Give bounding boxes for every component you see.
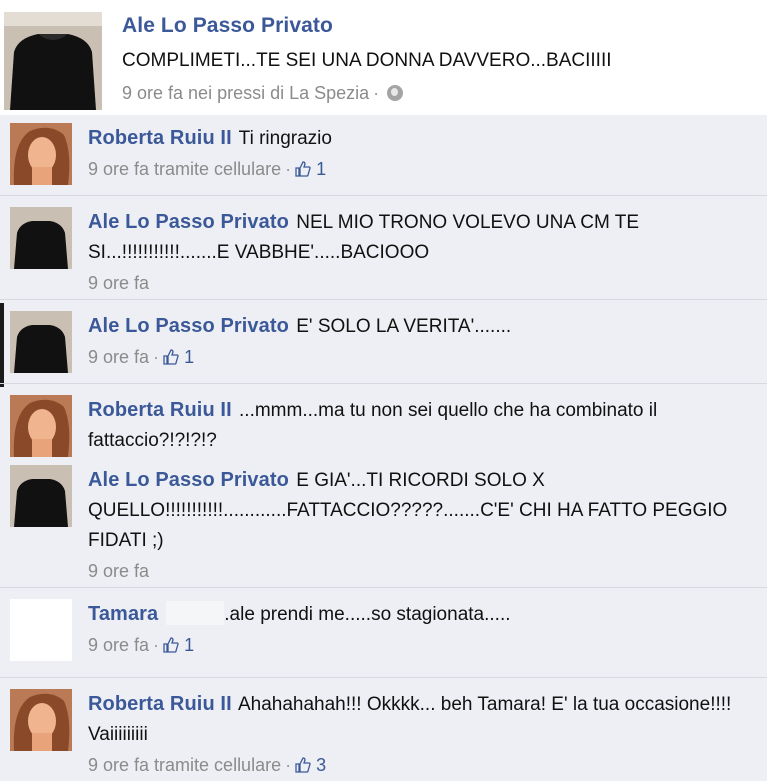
thumbs-up-icon[interactable] xyxy=(295,161,311,177)
commenter-name[interactable]: Ale Lo Passo Privato xyxy=(88,211,289,233)
commenter-name[interactable]: Tamara xyxy=(88,603,158,625)
divider xyxy=(0,195,767,196)
comment-item: Roberta Ruiu II ...mmm...ma tu non sei q… xyxy=(0,387,767,457)
commenter-name[interactable]: Roberta Ruiu II xyxy=(88,693,232,715)
comment-text: E' SOLO LA VERITA'....... xyxy=(296,316,512,337)
separator-dot: · xyxy=(285,755,292,775)
globe-icon[interactable] xyxy=(387,85,404,101)
post-meta: 9 ore fa nei pressi di La Spezia · xyxy=(122,83,757,104)
person-silhouette-icon xyxy=(10,465,72,527)
person-silhouette-icon xyxy=(4,12,102,110)
comment-text: .ale prendi me.....so stagionata..... xyxy=(224,604,511,625)
like-count[interactable]: 1 xyxy=(184,347,194,367)
commenter-avatar[interactable] xyxy=(10,689,72,751)
commenter-avatar[interactable] xyxy=(10,207,72,269)
separator-dot: · xyxy=(373,83,380,103)
commenter-avatar[interactable] xyxy=(10,311,72,373)
comment-item: Ale Lo Passo Privato NEL MIO TRONO VOLEV… xyxy=(0,197,767,295)
post-author-name[interactable]: Ale Lo Passo Privato xyxy=(122,14,757,38)
comment-item: Roberta Ruiu II Ahahahahah!!! Okkkk... b… xyxy=(0,681,767,781)
thumbs-up-icon[interactable] xyxy=(163,349,179,365)
commenter-name[interactable]: Ale Lo Passo Privato xyxy=(88,315,289,337)
divider xyxy=(0,383,767,384)
commenter-avatar[interactable] xyxy=(10,123,72,185)
separator-dot: · xyxy=(153,635,160,655)
comment-timestamp[interactable]: 9 ore fa xyxy=(88,347,149,367)
comment-timestamp[interactable]: 9 ore fa tramite cellulare xyxy=(88,159,281,179)
comment-item: Ale Lo Passo Privato E GIA'...TI RICORDI… xyxy=(0,457,767,581)
divider xyxy=(0,587,767,588)
like-count[interactable]: 3 xyxy=(316,755,326,775)
divider xyxy=(0,677,767,678)
like-count[interactable]: 1 xyxy=(184,635,194,655)
post-author-avatar[interactable] xyxy=(4,12,102,110)
woman-photo-icon xyxy=(10,395,72,457)
comment-timestamp[interactable]: 9 ore fa tramite cellulare xyxy=(88,755,281,775)
comment-timestamp[interactable]: 9 ore fa xyxy=(88,561,149,581)
separator-dot: · xyxy=(285,159,292,179)
woman-photo-icon xyxy=(10,689,72,751)
thumbs-up-icon[interactable] xyxy=(163,637,179,653)
status-post: Ale Lo Passo Privato COMPLIMETI...TE SEI… xyxy=(0,0,767,115)
commenter-avatar[interactable] xyxy=(10,395,72,457)
comment-item: Roberta Ruiu II Ti ringrazio 9 ore fa tr… xyxy=(0,115,767,193)
comment-text: Ti ringrazio xyxy=(238,128,332,149)
post-timestamp[interactable]: 9 ore fa nei pressi di La Spezia xyxy=(122,83,369,103)
separator-dot: · xyxy=(153,347,160,367)
comment-item: Ale Lo Passo Privato E' SOLO LA VERITA'.… xyxy=(0,303,767,383)
commenter-avatar[interactable] xyxy=(10,465,72,527)
divider xyxy=(0,299,767,300)
commenter-name[interactable]: Ale Lo Passo Privato xyxy=(88,469,289,491)
woman-photo-icon xyxy=(10,123,72,185)
comment-list: Roberta Ruiu II Ti ringrazio 9 ore fa tr… xyxy=(0,115,767,781)
commenter-name[interactable]: Roberta Ruiu II xyxy=(88,399,232,421)
comment-timestamp[interactable]: 9 ore fa xyxy=(88,635,149,655)
redacted-surname xyxy=(166,601,225,625)
thumbs-up-icon[interactable] xyxy=(295,757,311,773)
like-count[interactable]: 1 xyxy=(316,159,326,179)
post-message: COMPLIMETI...TE SEI UNA DONNA DAVVERO...… xyxy=(122,50,612,71)
commenter-avatar[interactable] xyxy=(10,599,72,661)
person-silhouette-icon xyxy=(10,311,72,373)
comment-item: Tamara .ale prendi me.....so stagionata..… xyxy=(0,591,767,677)
comment-timestamp[interactable]: 9 ore fa xyxy=(88,273,149,293)
person-silhouette-icon xyxy=(10,207,72,269)
commenter-name[interactable]: Roberta Ruiu II xyxy=(88,127,232,149)
